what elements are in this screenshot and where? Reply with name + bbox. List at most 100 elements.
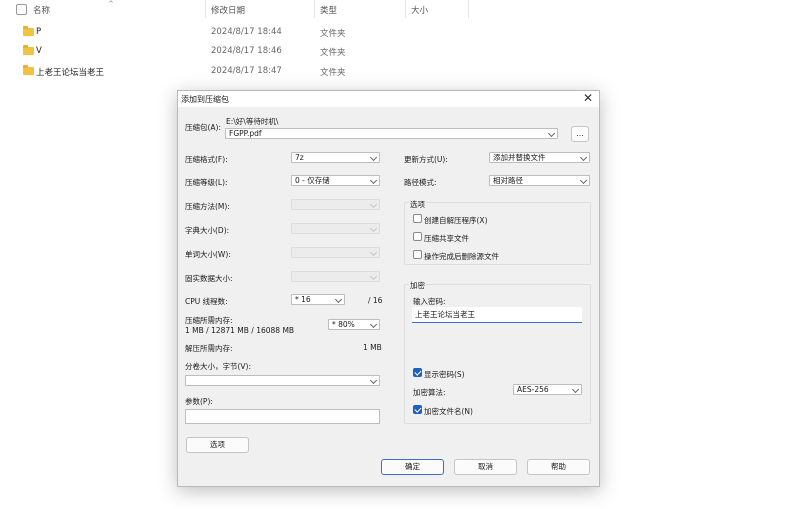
file-date: 2024/8/17 18:46 bbox=[211, 46, 282, 56]
chevron-down-icon bbox=[369, 272, 378, 281]
archive-label: 压缩包(A): bbox=[185, 123, 222, 132]
show-password-checkbox[interactable] bbox=[413, 368, 422, 377]
password-value: 上老王论坛当老王 bbox=[415, 310, 475, 319]
chevron-down-icon[interactable] bbox=[579, 153, 588, 162]
format-label: 压缩格式(F): bbox=[185, 155, 228, 164]
chevron-down-icon[interactable] bbox=[369, 153, 378, 162]
mem-percent-value: * 80% bbox=[332, 320, 355, 329]
method-label: 压缩方法(M): bbox=[185, 202, 230, 211]
format-combo[interactable]: 7z bbox=[291, 152, 380, 163]
threads-max: / 16 bbox=[368, 296, 383, 305]
archive-name-combo[interactable]: FGPP.pdf bbox=[225, 128, 558, 139]
archive-path: E:\好\等待时机\ bbox=[226, 117, 279, 126]
level-value: 0 - 仅存储 bbox=[295, 176, 330, 185]
update-value: 添加并替换文件 bbox=[493, 153, 546, 162]
file-type: 文件夹 bbox=[320, 48, 346, 58]
file-name: 上老王论坛当老王 bbox=[36, 68, 105, 78]
chevron-down-icon[interactable] bbox=[334, 295, 343, 304]
password-label: 输入密码: bbox=[413, 297, 446, 306]
level-label: 压缩等级(L): bbox=[185, 178, 228, 187]
update-combo[interactable]: 添加并替换文件 bbox=[489, 152, 590, 163]
show-password-label: 显示密码(S) bbox=[424, 370, 465, 379]
file-date: 2024/8/17 18:44 bbox=[211, 27, 282, 37]
chevron-down-icon[interactable] bbox=[571, 385, 580, 394]
select-all-checkbox[interactable] bbox=[16, 4, 27, 15]
folder-icon bbox=[23, 45, 34, 55]
file-name: P bbox=[36, 27, 42, 37]
column-divider[interactable] bbox=[405, 0, 406, 18]
enc-method-label: 加密算法: bbox=[413, 388, 446, 397]
folder-icon bbox=[23, 26, 34, 36]
folder-icon bbox=[23, 65, 34, 75]
params-input[interactable] bbox=[185, 409, 380, 424]
chevron-down-icon[interactable] bbox=[547, 129, 556, 138]
column-divider[interactable] bbox=[468, 0, 469, 18]
delete-after-label: 操作完成后删除源文件 bbox=[424, 252, 499, 261]
file-date: 2024/8/17 18:47 bbox=[211, 66, 282, 76]
threads-combo[interactable]: * 16 bbox=[291, 294, 345, 305]
column-divider[interactable] bbox=[205, 0, 206, 18]
chevron-down-icon[interactable] bbox=[579, 176, 588, 185]
dialog-title: 添加到压缩包 bbox=[181, 95, 229, 104]
mem-compress-detail: 1 MB / 12871 MB / 16088 MB bbox=[185, 326, 295, 335]
solid-label: 固实数据大小: bbox=[185, 274, 233, 283]
enc-method-combo[interactable]: AES-256 bbox=[513, 384, 582, 395]
file-row[interactable]: 上老王论坛当老王 2024/8/17 18:47 文件夹 bbox=[0, 63, 470, 81]
delete-after-checkbox[interactable] bbox=[413, 250, 422, 259]
dict-label: 字典大小(D): bbox=[185, 226, 230, 235]
pathmode-value: 相对路径 bbox=[493, 176, 523, 185]
column-divider[interactable] bbox=[314, 0, 315, 18]
word-combo[interactable] bbox=[291, 247, 380, 258]
enc-method-value: AES-256 bbox=[517, 385, 549, 394]
file-type: 文件夹 bbox=[320, 68, 346, 78]
explorer-header: ^ 名称 修改日期 类型 大小 bbox=[0, 0, 470, 18]
file-name: V bbox=[36, 46, 42, 56]
options-group-title: 选项 bbox=[409, 199, 426, 210]
sfx-checkbox[interactable] bbox=[413, 214, 422, 223]
ok-button[interactable]: 确定 bbox=[381, 459, 444, 475]
encrypt-names-label: 加密文件名(N) bbox=[424, 407, 473, 416]
chevron-down-icon[interactable] bbox=[369, 320, 378, 329]
threads-label: CPU 线程数: bbox=[185, 297, 228, 306]
add-to-archive-dialog: 添加到压缩包 ✕ 压缩包(A): E:\好\等待时机\ FGPP.pdf ...… bbox=[177, 90, 600, 487]
dialog-titlebar[interactable]: 添加到压缩包 ✕ bbox=[178, 91, 599, 107]
help-button[interactable]: 帮助 bbox=[527, 459, 590, 475]
chevron-down-icon bbox=[369, 200, 378, 209]
column-type[interactable]: 类型 bbox=[320, 4, 337, 16]
mem-compress-label: 压缩所需内存: bbox=[185, 316, 233, 325]
column-size[interactable]: 大小 bbox=[411, 4, 428, 16]
chevron-down-icon[interactable] bbox=[369, 176, 378, 185]
split-label: 分卷大小，字节(V): bbox=[185, 362, 252, 371]
password-input[interactable]: 上老王论坛当老王 bbox=[412, 307, 582, 323]
archive-file-value: FGPP.pdf bbox=[229, 129, 262, 138]
split-combo[interactable] bbox=[185, 375, 380, 386]
column-name[interactable]: 名称 bbox=[33, 4, 50, 16]
column-date[interactable]: 修改日期 bbox=[211, 4, 245, 16]
close-icon[interactable]: ✕ bbox=[583, 91, 593, 105]
browse-button[interactable]: ... bbox=[571, 126, 589, 142]
chevron-down-icon[interactable] bbox=[369, 376, 378, 385]
options-button[interactable]: 选项 bbox=[186, 437, 249, 453]
shared-label: 压缩共享文件 bbox=[424, 234, 469, 243]
cancel-button[interactable]: 取消 bbox=[454, 459, 517, 475]
method-combo[interactable] bbox=[291, 199, 380, 210]
threads-value: * 16 bbox=[295, 295, 311, 304]
file-type: 文件夹 bbox=[320, 29, 346, 39]
mem-decompress-label: 解压所需内存: bbox=[185, 344, 233, 353]
file-row[interactable]: V 2024/8/17 18:46 文件夹 bbox=[0, 43, 470, 61]
file-row[interactable]: P 2024/8/17 18:44 文件夹 bbox=[0, 24, 470, 42]
mem-decompress-value: 1 MB bbox=[363, 343, 382, 352]
pathmode-label: 路径模式: bbox=[404, 178, 437, 187]
solid-combo[interactable] bbox=[291, 271, 380, 282]
level-combo[interactable]: 0 - 仅存储 bbox=[291, 175, 380, 186]
chevron-down-icon bbox=[369, 248, 378, 257]
update-label: 更新方式(U): bbox=[404, 155, 448, 164]
encrypt-names-checkbox[interactable] bbox=[413, 405, 422, 414]
chevron-down-icon bbox=[369, 224, 378, 233]
shared-checkbox[interactable] bbox=[413, 232, 422, 241]
pathmode-combo[interactable]: 相对路径 bbox=[489, 175, 590, 186]
mem-percent-combo[interactable]: * 80% bbox=[328, 319, 380, 330]
format-value: 7z bbox=[295, 153, 304, 162]
dict-combo[interactable] bbox=[291, 223, 380, 234]
encryption-group-title: 加密 bbox=[409, 280, 426, 291]
